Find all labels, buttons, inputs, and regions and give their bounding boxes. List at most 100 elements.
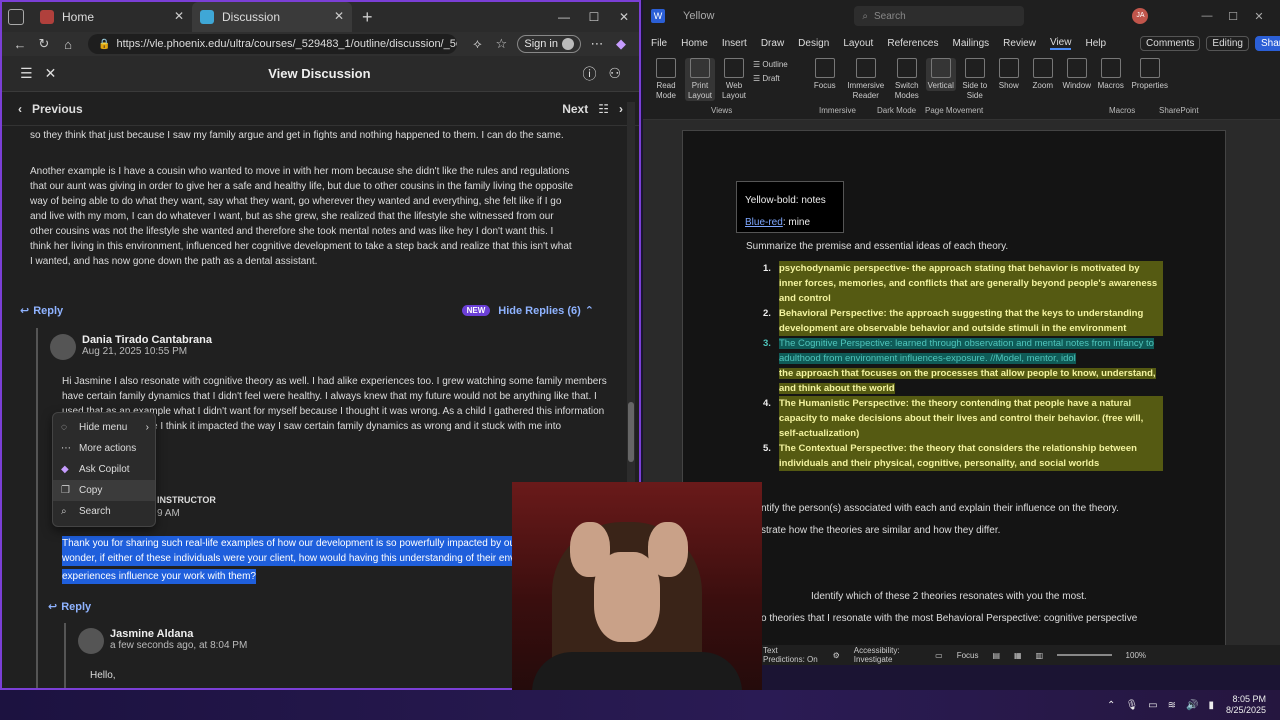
menu-mailings[interactable]: Mailings [952, 38, 989, 49]
chevron-up-icon[interactable]: ⌃ [1107, 700, 1115, 711]
web-layout-button[interactable]: Web Layout [719, 58, 749, 101]
home-icon[interactable]: ⌂ [56, 37, 80, 52]
info-icon[interactable]: ⓘ [582, 64, 596, 84]
next-button[interactable]: Next [562, 102, 588, 116]
accessibility-status[interactable]: Accessibility: Investigate [854, 646, 921, 664]
minimize-icon[interactable]: — [549, 10, 579, 24]
close-icon[interactable]: ✕ [334, 9, 344, 23]
menu-review[interactable]: Review [1003, 38, 1036, 49]
display-icon[interactable]: ▭ [1148, 700, 1157, 711]
previous-button[interactable]: Previous [32, 102, 83, 116]
extensions-icon[interactable]: ⟡ [465, 36, 489, 52]
close-icon[interactable]: ✕ [174, 9, 184, 23]
volume-icon[interactable]: 🔊 [1186, 700, 1198, 711]
reply-button[interactable]: Reply [33, 305, 63, 317]
text-predictions-status[interactable]: Text Predictions: On [763, 646, 819, 664]
list-icon[interactable]: ☷ [598, 102, 609, 116]
print-view-icon[interactable]: ▦ [1014, 651, 1022, 660]
macros-button[interactable]: Macros [1096, 58, 1126, 91]
focus-icon: ▭ [935, 650, 943, 660]
menu-help[interactable]: Help [1085, 38, 1106, 49]
minimize-icon[interactable]: — [1194, 10, 1220, 23]
menu-item-ask-copilot[interactable]: ◆ Ask Copilot [53, 459, 155, 480]
menu-draw[interactable]: Draw [761, 38, 784, 49]
tab-home[interactable]: Home ✕ [32, 2, 192, 32]
menu-item-copy[interactable]: ❐ Copy [53, 480, 155, 501]
close-window-icon[interactable]: ✕ [1246, 10, 1272, 23]
battery-icon[interactable]: ▮ [1208, 700, 1214, 711]
outline-button[interactable]: ☰ Outline [753, 58, 788, 72]
vertical-button[interactable]: Vertical [925, 58, 956, 91]
home-favicon-icon [40, 10, 54, 24]
clock[interactable]: 8:05 PM 8/25/2025 [1226, 694, 1266, 716]
focus-button[interactable]: Focus [810, 58, 840, 91]
menu-item-more-actions[interactable]: ⋯ More actions [53, 438, 155, 459]
list-item: 1. psychodynamic perspective- the approac… [763, 261, 1163, 306]
refresh-icon[interactable]: ↻ [32, 36, 56, 52]
menu-item-hide-menu[interactable]: ◌ Hide menu › [53, 417, 155, 438]
chevron-right-icon[interactable]: › [619, 102, 623, 116]
reply-body-jasmine[interactable]: Hello, [90, 670, 116, 681]
side-to-side-button[interactable]: Side to Side [960, 58, 990, 101]
menu-design[interactable]: Design [798, 38, 829, 49]
more-icon[interactable]: ⋯ [585, 36, 609, 52]
print-layout-button[interactable]: Print Layout [685, 58, 715, 101]
sign-in-label: Sign in [524, 38, 558, 50]
word-logo-icon: W [651, 9, 665, 23]
favorites-icon[interactable]: ☆ [489, 36, 513, 52]
menu-home[interactable]: Home [681, 38, 708, 49]
menu-references[interactable]: References [887, 38, 938, 49]
share-button[interactable]: Share [1254, 35, 1280, 51]
zoom-button[interactable]: Zoom [1028, 58, 1058, 91]
copilot-icon[interactable]: ◆ [609, 36, 633, 52]
read-mode-button[interactable]: Read Mode [651, 58, 681, 101]
webcam-hand-right [648, 522, 688, 577]
reply-button[interactable]: Reply [61, 601, 91, 613]
post-date: a few seconds ago, at 8:04 PM [110, 640, 248, 651]
maximize-icon[interactable]: ☐ [1220, 10, 1246, 23]
web-view-icon[interactable]: ▥ [1036, 651, 1044, 660]
close-window-icon[interactable]: ✕ [609, 10, 639, 24]
back-icon[interactable]: ← [8, 37, 32, 52]
show-button[interactable]: Show [994, 58, 1024, 91]
word-search-input[interactable]: ⌕ Search [854, 6, 1025, 26]
zoom-slider[interactable] [1057, 654, 1112, 656]
instructor-selected-text[interactable]: Thank you for sharing such real-life exa… [62, 536, 522, 584]
editing-button[interactable]: Editing [1206, 35, 1249, 51]
close-icon[interactable]: ✕ [45, 65, 57, 82]
doc-name[interactable]: Yellow [683, 10, 714, 22]
new-tab-icon[interactable]: + [362, 7, 373, 28]
sign-in-button[interactable]: Sign in [517, 35, 581, 53]
user-avatar[interactable]: JA [1132, 8, 1149, 24]
menu-icon[interactable]: ☰ [20, 65, 33, 82]
menu-item-label: Search [79, 506, 111, 517]
menu-item-search[interactable]: ⌕ Search [53, 501, 155, 522]
tab-discussion[interactable]: Discussion ✕ [192, 2, 352, 32]
switch-modes-button[interactable]: Switch Modes [892, 58, 922, 101]
hide-replies-control[interactable]: NEW Hide Replies (6) ⌃ [461, 304, 594, 317]
document-page[interactable]: Yellow-bold: notes Blue-red: mine Summar… [682, 130, 1226, 650]
window-button[interactable]: Window [1062, 58, 1092, 91]
group-label-sharepoint: SharePoint [1159, 106, 1199, 115]
tab-actions-icon[interactable] [8, 9, 24, 25]
properties-button[interactable]: Properties [1130, 58, 1170, 91]
menu-layout[interactable]: Layout [843, 38, 873, 49]
chevron-left-icon[interactable]: ‹ [18, 102, 22, 116]
menu-insert[interactable]: Insert [722, 38, 747, 49]
maximize-icon[interactable]: ☐ [579, 10, 609, 24]
draft-button[interactable]: ☰ Draft [753, 72, 788, 86]
menu-file[interactable]: File [651, 38, 667, 49]
read-view-icon[interactable]: ▤ [992, 651, 1000, 660]
focus-status[interactable]: Focus [957, 651, 979, 660]
comments-button[interactable]: Comments [1140, 35, 1201, 51]
menu-view[interactable]: View [1049, 37, 1072, 50]
reply-line: Hi Jasmine I also resonate with cognitiv… [62, 376, 607, 387]
scrollbar-thumb[interactable] [628, 402, 634, 462]
mic-icon[interactable]: 🎙 [1125, 700, 1138, 711]
hide-replies-label: Hide Replies (6) [498, 304, 581, 317]
wifi-icon[interactable]: ≋ [1168, 700, 1176, 711]
zoom-level[interactable]: 100% [1126, 651, 1146, 660]
immersive-reader-button[interactable]: Immersive Reader [844, 58, 888, 101]
url-field[interactable]: 🔒 https://vle.phoenix.edu/ultra/courses/… [88, 34, 458, 54]
participants-icon[interactable]: ⚇ [608, 65, 621, 82]
